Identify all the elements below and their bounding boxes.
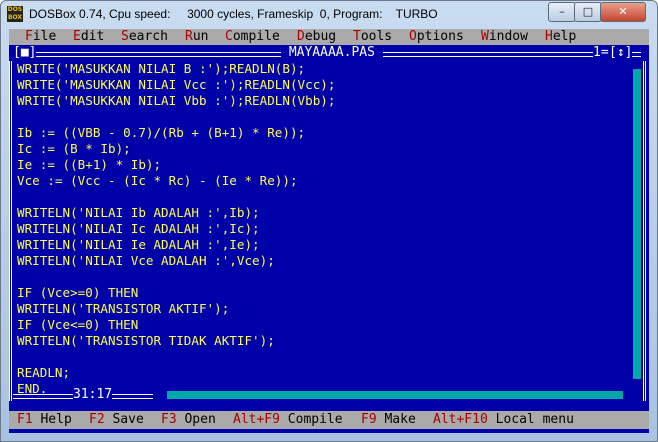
maximize-button[interactable]: □ bbox=[574, 2, 602, 22]
menu-file[interactable]: File bbox=[25, 29, 56, 45]
code-line[interactable]: IF (Vce>=0) THEN bbox=[17, 285, 629, 301]
code-editor[interactable]: WRITE('MASUKKAN NILAI B :');READLN(B); WR… bbox=[17, 61, 629, 396]
vertical-scroll-thumb[interactable] bbox=[633, 61, 641, 69]
scroll-right-arrow[interactable] bbox=[623, 391, 631, 399]
close-button[interactable]: ✕ bbox=[600, 2, 646, 22]
code-line[interactable]: WRITELN('NILAI Ib ADALAH :',Ib); bbox=[17, 205, 629, 221]
editor-window-number: 1= bbox=[593, 45, 609, 61]
editor-zoom-box[interactable]: [↕] bbox=[609, 45, 633, 61]
editor-frame-top: [■] MAYAAAA.PAS 1= [↕] bbox=[9, 45, 649, 61]
code-line[interactable]: Ic := (B * Ib); bbox=[17, 141, 629, 157]
turbo-pascal-screen: File Edit Search Run Compile Debug Tools… bbox=[9, 29, 649, 433]
status-make[interactable]: F9 Make bbox=[361, 411, 416, 429]
dosbox-window: DOS BOX DOSBox 0.74, Cpu speed: 3000 cyc… bbox=[0, 0, 658, 442]
horizontal-scrollbar[interactable] bbox=[159, 391, 631, 399]
code-line[interactable]: IF (Vce<=0) THEN bbox=[17, 317, 629, 333]
menu-bar: File Edit Search Run Compile Debug Tools… bbox=[9, 29, 649, 45]
status-open[interactable]: F3 Open bbox=[161, 411, 216, 429]
code-line[interactable]: WRITELN('NILAI Ie ADALAH :',Ie); bbox=[17, 237, 629, 253]
status-compile[interactable]: Alt+F9 Compile bbox=[233, 411, 343, 429]
status-save[interactable]: F2 Save bbox=[89, 411, 144, 429]
menu-edit[interactable]: Edit bbox=[73, 29, 104, 45]
code-line[interactable]: WRITE('MASUKKAN NILAI B :');READLN(B); bbox=[17, 61, 629, 77]
editor-right-border bbox=[643, 61, 647, 401]
code-line[interactable]: READLN; bbox=[17, 365, 629, 381]
code-line[interactable]: WRITE('MASUKKAN NILAI Vbb :');READLN(Vbb… bbox=[17, 93, 629, 109]
code-line[interactable]: WRITELN('TRANSISTOR AKTIF'); bbox=[17, 301, 629, 317]
code-line[interactable] bbox=[17, 109, 629, 125]
title-bar[interactable]: DOS BOX DOSBox 0.74, Cpu speed: 3000 cyc… bbox=[1, 1, 657, 29]
code-line[interactable]: WRITE('MASUKKAN NILAI Vcc :');READLN(Vcc… bbox=[17, 77, 629, 93]
status-help[interactable]: F1 Help bbox=[17, 411, 72, 429]
code-line[interactable]: WRITELN('NILAI Vce ADALAH :',Vce); bbox=[17, 253, 629, 269]
menu-options[interactable]: Options bbox=[409, 29, 464, 45]
code-line[interactable] bbox=[17, 189, 629, 205]
menu-compile[interactable]: Compile bbox=[225, 29, 280, 45]
cursor-position: 31:17 bbox=[73, 387, 113, 403]
menu-run[interactable]: Run bbox=[185, 29, 208, 45]
code-line[interactable]: Ib := ((VBB - 0.7)/(Rb + (B+1) * Re)); bbox=[17, 125, 629, 141]
code-line[interactable]: Ie := ((B+1) * Ib); bbox=[17, 157, 629, 173]
code-line[interactable]: WRITELN('TRANSISTOR TIDAK AKTIF'); bbox=[17, 333, 629, 349]
scroll-down-arrow[interactable] bbox=[633, 379, 641, 387]
minimize-button[interactable]: – bbox=[548, 2, 576, 22]
status-bar: F1 Help F2 Save F3 Open Alt+F9 Compile F… bbox=[9, 411, 649, 429]
editor-left-border bbox=[9, 61, 13, 401]
editor-file-name: MAYAAAA.PAS bbox=[281, 45, 383, 61]
window-title: DOSBox 0.74, Cpu speed: 3000 cycles, Fra… bbox=[29, 7, 438, 21]
code-line[interactable] bbox=[17, 269, 629, 285]
menu-help[interactable]: Help bbox=[545, 29, 576, 45]
menu-debug[interactable]: Debug bbox=[297, 29, 336, 45]
code-line[interactable]: Vce := (Vcc - (Ic * Rc) - (Ie * Re)); bbox=[17, 173, 629, 189]
editor-frame-bottom: 31:17 bbox=[9, 387, 649, 403]
code-line[interactable] bbox=[17, 349, 629, 365]
menu-window[interactable]: Window bbox=[481, 29, 528, 45]
horizontal-scroll-thumb[interactable] bbox=[159, 391, 167, 399]
menu-search[interactable]: Search bbox=[121, 29, 168, 45]
dosbox-app-icon[interactable]: DOS BOX bbox=[7, 6, 23, 22]
code-line[interactable]: WRITELN('NILAI Ic ADALAH :',Ic); bbox=[17, 221, 629, 237]
vertical-scrollbar[interactable] bbox=[633, 61, 641, 387]
menu-tools[interactable]: Tools bbox=[353, 29, 392, 45]
status-local-menu[interactable]: Alt+F10 Local menu bbox=[433, 411, 574, 429]
editor-close-box[interactable]: [■] bbox=[13, 45, 37, 61]
